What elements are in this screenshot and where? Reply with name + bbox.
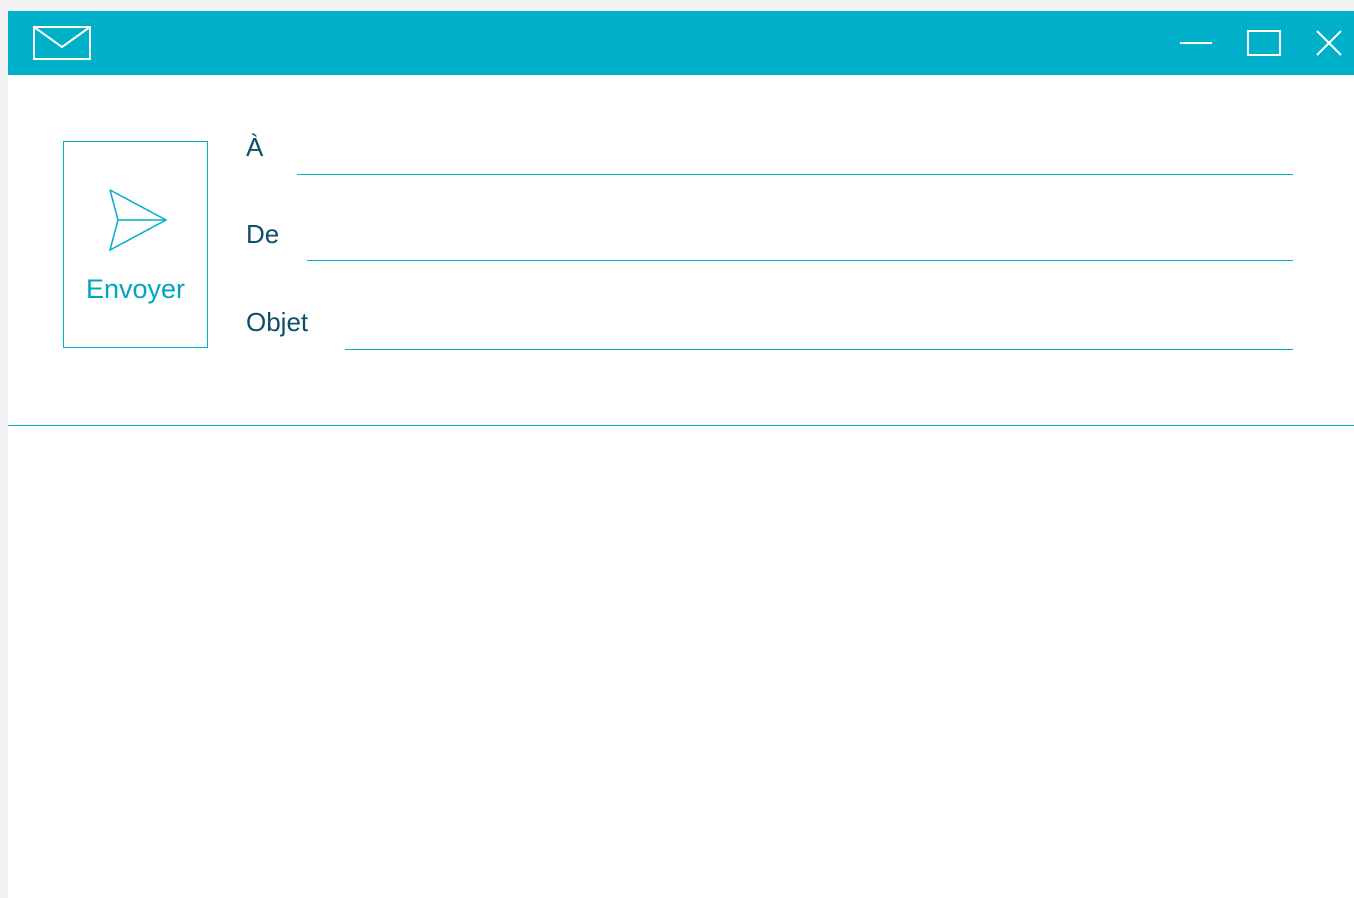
to-field[interactable]: [297, 144, 1293, 175]
envelope-icon: [33, 26, 91, 60]
close-button[interactable]: [1311, 25, 1347, 61]
send-button-label: Envoyer: [85, 274, 186, 304]
from-field[interactable]: [307, 230, 1293, 261]
subject-label: Objet: [246, 307, 309, 337]
header-divider: [8, 425, 1354, 426]
minimize-button[interactable]: [1178, 25, 1214, 61]
maximize-icon: [1247, 30, 1281, 56]
paper-plane-icon: [108, 189, 168, 252]
to-label: À: [246, 132, 264, 162]
send-button[interactable]: Envoyer: [63, 141, 208, 348]
mail-compose-window: Envoyer À De Objet: [8, 11, 1354, 898]
title-bar: [8, 11, 1354, 75]
message-body[interactable]: [8, 427, 1354, 898]
minimize-icon: [1180, 42, 1212, 44]
maximize-button[interactable]: [1246, 25, 1282, 61]
close-icon: [1316, 30, 1342, 56]
subject-field[interactable]: [345, 319, 1293, 350]
from-label: De: [246, 219, 280, 249]
